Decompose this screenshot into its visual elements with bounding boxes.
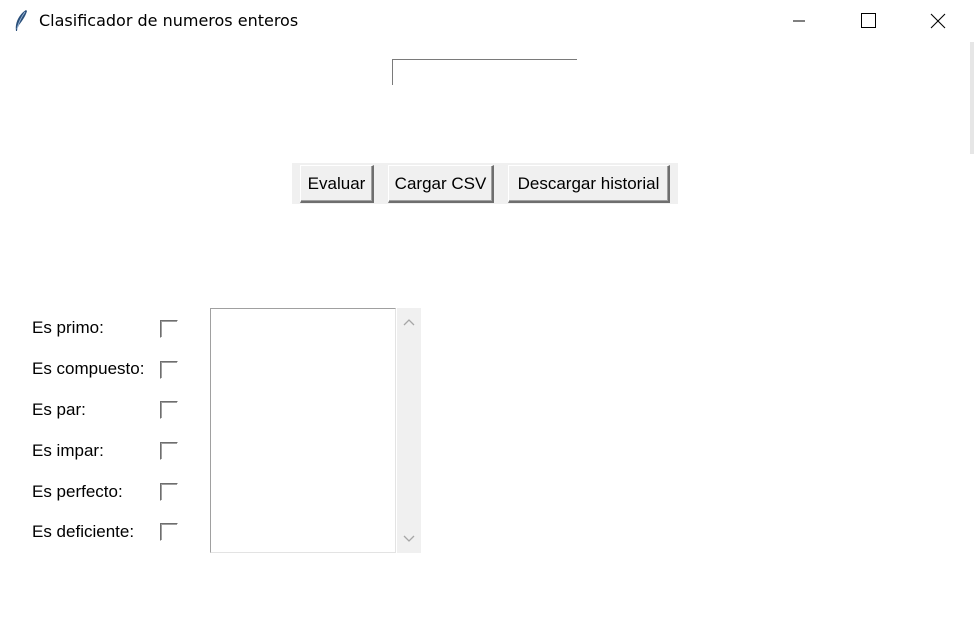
label-es-perfecto: Es perfecto: — [32, 482, 123, 501]
checkbox-es-deficiente[interactable] — [160, 523, 178, 541]
label-es-compuesto: Es compuesto: — [32, 359, 145, 378]
close-icon[interactable] — [914, 0, 960, 42]
history-listbox[interactable] — [210, 308, 396, 553]
feather-icon — [12, 9, 30, 33]
download-history-button[interactable]: Descargar historial — [508, 165, 670, 203]
history-scrollbar[interactable] — [397, 308, 421, 553]
label-es-deficiente: Es deficiente: — [32, 522, 135, 541]
checkbox-es-par[interactable] — [160, 401, 178, 419]
label-es-par: Es par: — [32, 400, 86, 419]
checkbox-es-impar[interactable] — [160, 442, 178, 460]
number-input[interactable] — [392, 59, 577, 85]
evaluate-button[interactable]: Evaluar — [300, 165, 374, 203]
chevron-up-icon[interactable] — [397, 308, 421, 334]
title-bar: Clasificador de numeros enteros — [0, 0, 974, 42]
label-es-primo: Es primo: — [32, 318, 104, 337]
minimize-icon[interactable] — [776, 0, 822, 42]
window-edge — [970, 42, 974, 154]
checkbox-es-compuesto[interactable] — [160, 361, 178, 379]
checkbox-es-perfecto[interactable] — [160, 483, 178, 501]
window-title: Clasificador de numeros enteros — [39, 11, 299, 30]
load-csv-button[interactable]: Cargar CSV — [388, 165, 494, 203]
chevron-down-icon[interactable] — [397, 527, 421, 553]
maximize-icon[interactable] — [844, 0, 890, 42]
label-es-impar: Es impar: — [32, 441, 104, 460]
checkbox-es-primo[interactable] — [160, 320, 178, 338]
